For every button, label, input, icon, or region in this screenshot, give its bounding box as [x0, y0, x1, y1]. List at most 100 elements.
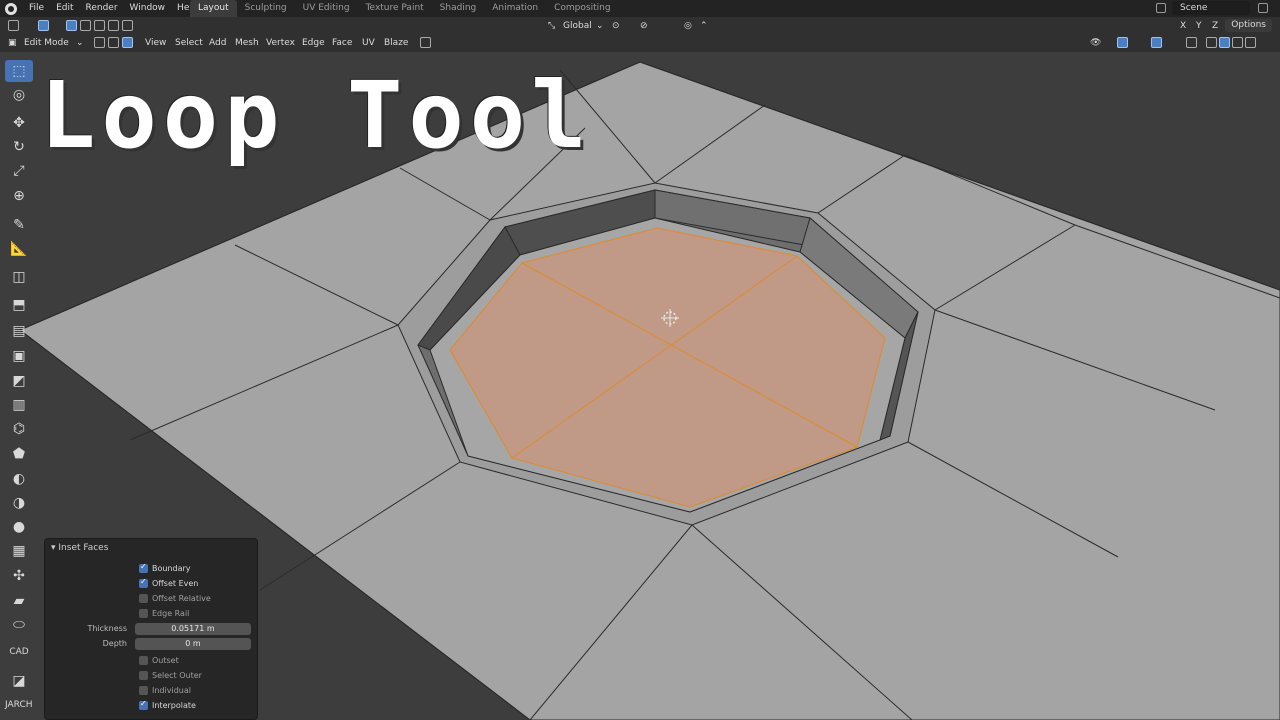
menu-add[interactable]: Add — [209, 36, 226, 50]
menu-edit[interactable]: Edit — [50, 0, 79, 17]
checkbox-box[interactable] — [139, 685, 148, 695]
select-mode-new-icon[interactable] — [66, 20, 77, 31]
smooth-icon[interactable]: ◑ — [5, 492, 33, 514]
tab-texture-paint[interactable]: Texture Paint — [358, 0, 432, 17]
checkbox-box[interactable] — [139, 577, 148, 588]
annotate-icon[interactable]: ✎ — [5, 214, 33, 236]
shading-rendered-icon[interactable] — [1245, 37, 1256, 48]
extrude-icon[interactable]: ⬒ — [5, 294, 33, 316]
randomize-icon[interactable]: ● — [5, 516, 33, 538]
menu-vertex[interactable]: Vertex — [266, 36, 295, 50]
checkbox-box[interactable] — [139, 608, 148, 618]
scene-browse-icon[interactable] — [1156, 3, 1166, 13]
select-mode-invert-icon[interactable] — [108, 20, 119, 31]
loop-cut-icon[interactable]: ▥ — [5, 394, 33, 416]
interpolate-checkbox[interactable]: Interpolate — [139, 698, 196, 712]
rip-icon[interactable]: ▰ — [5, 590, 33, 612]
tab-animation[interactable]: Animation — [484, 0, 546, 17]
edge-rail-checkbox[interactable]: Edge Rail — [139, 606, 189, 620]
knife-icon[interactable]: ⌬ — [5, 418, 33, 440]
select-outer-checkbox[interactable]: Select Outer — [139, 668, 202, 682]
snap-icon[interactable]: ⊘ — [640, 19, 648, 33]
tab-uv-editing[interactable]: UV Editing — [295, 0, 358, 17]
options-dropdown[interactable]: Options — [1225, 19, 1272, 32]
boundary-checkbox[interactable]: Boundary — [139, 561, 191, 575]
pivot-point-icon[interactable]: ⊙ — [612, 19, 620, 33]
scale-icon[interactable]: ⤢ — [5, 160, 33, 182]
menu-mesh[interactable]: Mesh — [235, 36, 259, 50]
add-cube-icon[interactable]: ◫ — [5, 266, 33, 288]
offset-relative-checkbox[interactable]: Offset Relative — [139, 591, 211, 605]
vertex-select-icon[interactable] — [94, 37, 105, 48]
jarch-icon[interactable]: ◪ — [5, 670, 33, 692]
checkbox-box[interactable] — [139, 593, 148, 603]
tab-compositing[interactable]: Compositing — [546, 0, 618, 17]
menu-uv[interactable]: UV — [362, 36, 375, 50]
mode-chevron-icon[interactable]: ⌄ — [76, 36, 84, 50]
individual-checkbox[interactable]: Individual — [139, 683, 191, 697]
panel-title[interactable]: ▾ Inset Faces — [51, 543, 108, 553]
proportional-edit-icon[interactable]: ◎ — [684, 19, 692, 33]
scene-copy-icon[interactable] — [1258, 3, 1268, 13]
gizmo-y-label[interactable]: Y — [1196, 19, 1202, 33]
orientation-icon[interactable]: ⤡ — [548, 19, 555, 33]
measure-icon[interactable]: 📐 — [5, 238, 33, 260]
rotate-icon[interactable]: ↻ — [5, 136, 33, 158]
checkbox-box[interactable] — [139, 670, 148, 680]
depth-field[interactable]: 0 m — [135, 638, 251, 650]
menu-window[interactable]: Window — [124, 0, 172, 17]
outset-checkbox[interactable]: Outset — [139, 653, 179, 667]
menu-face[interactable]: Face — [332, 36, 352, 50]
menu-edge[interactable]: Edge — [302, 36, 325, 50]
falloff-icon[interactable]: ⌃ — [700, 19, 708, 33]
mode-dropdown[interactable]: Edit Mode — [24, 36, 69, 50]
cursor-icon[interactable]: ◎ — [5, 84, 33, 106]
select-tool-icon[interactable] — [38, 20, 49, 31]
poly-build-icon[interactable]: ⬟ — [5, 443, 33, 465]
bevel-icon[interactable]: ◩ — [5, 370, 33, 392]
shear-icon[interactable]: ✣ — [5, 565, 33, 587]
select-mode-extend-icon[interactable] — [80, 20, 91, 31]
inset-faces-icon[interactable]: ▣ — [5, 345, 33, 367]
edge-slide-icon[interactable]: ⬭ — [5, 614, 33, 636]
gizmo-x-label[interactable]: X — [1180, 19, 1186, 33]
scene-selector[interactable]: Scene — [1172, 1, 1250, 15]
tab-sculpting[interactable]: Sculpting — [237, 0, 295, 17]
select-box-icon[interactable]: ⬚ — [5, 60, 33, 82]
move-icon[interactable]: ✥ — [5, 112, 33, 134]
gizmo-toggle-icon[interactable] — [1117, 37, 1128, 48]
menu-file[interactable]: File — [23, 0, 50, 17]
tab-shading[interactable]: Shading — [432, 0, 485, 17]
menu-render[interactable]: Render — [80, 0, 124, 17]
shading-solid-icon[interactable] — [1219, 37, 1230, 48]
extrude-region-icon[interactable]: ▤ — [5, 320, 33, 342]
mode-icon[interactable]: ▣ — [8, 36, 17, 50]
shading-material-icon[interactable] — [1232, 37, 1243, 48]
checkbox-box[interactable] — [139, 655, 148, 665]
gizmo-z-label[interactable]: Z — [1212, 19, 1218, 33]
transform-orientation-dropdown[interactable]: Global — [563, 19, 592, 33]
face-select-icon[interactable] — [122, 37, 133, 48]
thickness-field[interactable]: 0.05171 m — [135, 623, 251, 635]
checkbox-box[interactable] — [139, 699, 148, 710]
edge-select-icon[interactable] — [108, 37, 119, 48]
transform-icon[interactable]: ⊕ — [5, 185, 33, 207]
shrink-fatten-icon[interactable]: ▦ — [5, 540, 33, 562]
select-mode-subtract-icon[interactable] — [94, 20, 105, 31]
menu-view[interactable]: View — [145, 36, 166, 50]
tab-layout[interactable]: Layout — [190, 0, 237, 17]
select-mode-intersect-icon[interactable] — [122, 20, 133, 31]
spin-icon[interactable]: ◐ — [5, 468, 33, 490]
xray-icon[interactable] — [1186, 37, 1197, 48]
blender-logo-icon[interactable] — [5, 2, 17, 15]
cad-tool[interactable]: CAD — [5, 641, 33, 663]
checkbox-box[interactable] — [139, 562, 148, 573]
offset-even-checkbox[interactable]: Offset Even — [139, 576, 198, 590]
menu-blaze[interactable]: Blaze — [384, 36, 408, 50]
editor-type-icon[interactable] — [8, 20, 19, 31]
visibility-icon[interactable]: 👁 — [1090, 36, 1101, 50]
overlay-toggle-icon[interactable] — [1151, 37, 1162, 48]
shading-wireframe-icon[interactable] — [1206, 37, 1217, 48]
chevron-down-icon[interactable]: ⌄ — [596, 19, 604, 33]
xray-toggle-icon[interactable] — [420, 37, 431, 48]
